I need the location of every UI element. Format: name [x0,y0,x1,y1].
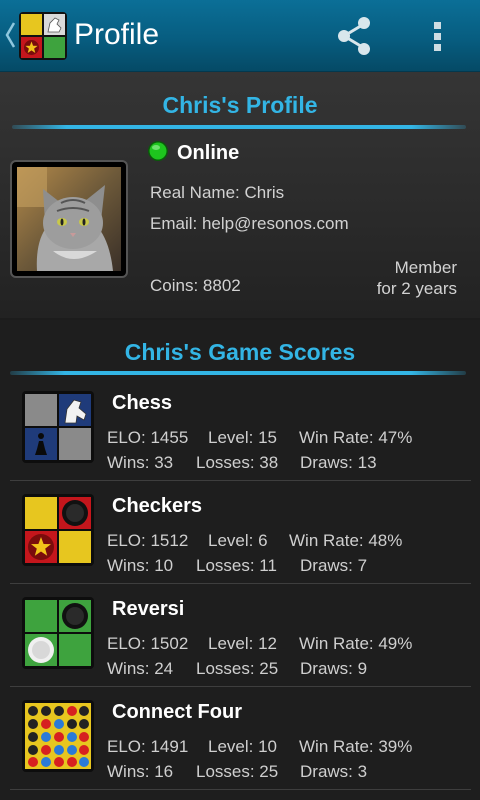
draws-text: Draws: 3 [300,762,368,781]
app-logo-icon[interactable] [19,12,67,60]
profile-card: Chris's Profile Online Real Name: Chris … [0,72,480,318]
losses-text: Losses: 38 [196,453,279,472]
elo-text: ELO: 1491 [107,737,189,756]
losses-text: Losses: 25 [196,762,279,781]
level-text: Level: 6 [208,531,268,550]
losses-text: Losses: 25 [196,659,279,678]
scores-title: Chris's Game Scores [124,339,356,365]
page-title: Profile [74,18,160,51]
connect-four-icon [22,700,94,772]
elo-text: ELO: 1512 [107,531,189,550]
wins-text: Wins: 10 [107,556,174,575]
overflow-menu-icon[interactable] [424,14,452,58]
losses-text: Losses: 11 [196,556,277,575]
draws-text: Draws: 9 [300,659,368,678]
email-text: Email: help@resonos.com [150,214,349,233]
share-icon[interactable] [332,14,376,58]
action-bar: Profile [0,0,480,72]
game-name: Connect Four [112,701,242,723]
profile-title-divider [12,125,466,129]
chess-icon [22,391,94,463]
game-row-connect-four[interactable]: Connect Four ELO: 1491 Level: 10 Win Rat… [10,687,471,790]
real-name-text: Real Name: Chris [150,183,285,202]
level-text: Level: 12 [208,634,277,653]
elo-text: ELO: 1455 [107,428,189,447]
reversi-icon [22,597,94,669]
game-name: Chess [112,392,173,414]
game-row-reversi[interactable]: Reversi ELO: 1502 Level: 12 Win Rate: 49… [10,584,471,687]
cat-photo-image [17,167,121,271]
game-row-checkers[interactable]: Checkers ELO: 1512 Level: 6 Win Rate: 48… [10,481,471,584]
avatar[interactable] [10,160,128,278]
win-rate-text: Win Rate: 48% [289,531,403,550]
checkers-icon [22,494,94,566]
member-label: Member [394,258,457,277]
back-caret-icon[interactable] [4,20,16,50]
coins-text: Coins: 8802 [150,276,241,295]
member-duration-text: for 2 years [376,279,457,298]
wins-text: Wins: 33 [107,453,174,472]
status-label: Online [177,142,240,164]
wins-text: Wins: 24 [107,659,174,678]
game-row-chess[interactable]: Chess ELO: 1455 Level: 15 Win Rate: 47% … [10,378,471,481]
elo-text: ELO: 1502 [107,634,189,653]
wins-text: Wins: 16 [107,762,174,781]
win-rate-text: Win Rate: 39% [299,737,413,756]
online-status-icon [148,141,168,161]
win-rate-text: Win Rate: 47% [299,428,413,447]
win-rate-text: Win Rate: 49% [299,634,413,653]
membership-duration: Member for 2 years [377,257,457,299]
game-name: Checkers [112,495,203,517]
game-name: Reversi [112,598,185,620]
level-text: Level: 10 [208,737,277,756]
draws-text: Draws: 13 [300,453,377,472]
game-scores-panel: Chris's Game Scores Chess ELO: 1455 Leve… [0,320,480,800]
profile-title: Chris's Profile [162,92,318,118]
draws-text: Draws: 7 [300,556,368,575]
level-text: Level: 15 [208,428,277,447]
scores-title-divider [10,371,466,375]
